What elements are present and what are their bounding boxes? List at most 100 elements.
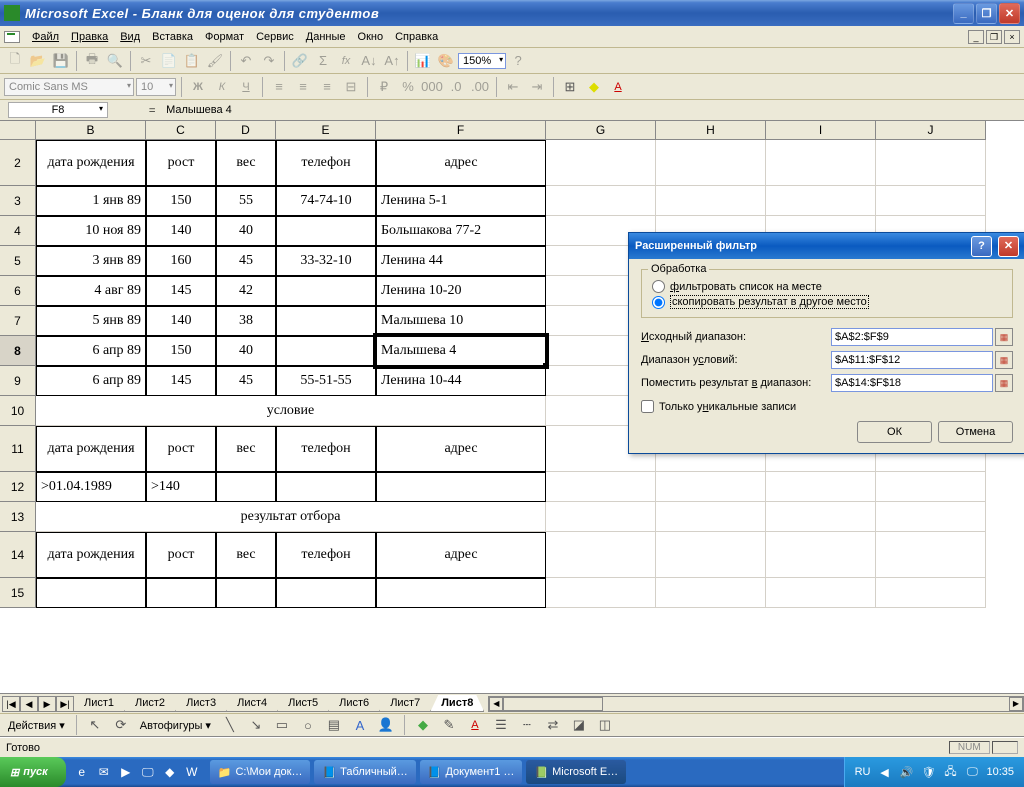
ok-button[interactable]: ОК — [857, 421, 932, 443]
cell[interactable]: Ленина 10-20 — [376, 276, 546, 306]
new-button[interactable]: 🗋 — [4, 50, 26, 72]
percent-button[interactable]: % — [397, 76, 419, 98]
sheet-tab[interactable]: Лист3 — [175, 695, 227, 712]
italic-button[interactable]: К — [211, 76, 233, 98]
col-head-J[interactable]: J — [876, 121, 986, 140]
row-head-9[interactable]: 9 — [0, 366, 36, 396]
tray-display-icon[interactable]: 🖵 — [964, 764, 980, 780]
line-color-button[interactable]: ✎ — [438, 714, 460, 736]
scroll-thumb[interactable] — [503, 697, 603, 711]
sort-desc-button[interactable]: A↑ — [381, 50, 403, 72]
underline-button[interactable]: Ч — [235, 76, 257, 98]
menu-tools[interactable]: Сервис — [250, 29, 300, 45]
tray-icon[interactable]: ◀ — [876, 764, 892, 780]
cell[interactable]: 45 — [216, 366, 276, 396]
cell[interactable]: Большакова 77-2 — [376, 216, 546, 246]
sum-button[interactable]: Σ — [312, 50, 334, 72]
tab-next-button[interactable]: ▶ — [38, 696, 56, 712]
row-head-12[interactable]: 12 — [0, 472, 36, 502]
cell-bg[interactable] — [766, 532, 876, 578]
help-button[interactable]: ? — [507, 50, 529, 72]
tab-last-button[interactable]: ▶| — [56, 696, 74, 712]
align-right-button[interactable]: ≡ — [316, 76, 338, 98]
cell-bg[interactable] — [656, 502, 766, 532]
cell[interactable]: 42 — [216, 276, 276, 306]
row-head-10[interactable]: 10 — [0, 396, 36, 426]
menu-edit[interactable]: Правка — [65, 29, 114, 45]
cell[interactable]: вес — [216, 426, 276, 472]
menu-format[interactable]: Формат — [199, 29, 250, 45]
cell[interactable] — [276, 216, 376, 246]
ql-desktop-icon[interactable]: 🖵 — [138, 762, 158, 782]
tab-first-button[interactable]: |◀ — [2, 696, 20, 712]
merge-button[interactable]: ⊟ — [340, 76, 362, 98]
cell[interactable] — [276, 472, 376, 502]
line-button[interactable]: ╲ — [219, 714, 241, 736]
cell[interactable] — [36, 578, 146, 608]
row-head-5[interactable]: 5 — [0, 246, 36, 276]
font-name-combo[interactable]: Comic Sans MS — [4, 78, 134, 96]
row-head-14[interactable]: 14 — [0, 532, 36, 578]
cell[interactable]: Малышева 10 — [376, 306, 546, 336]
zoom-combo[interactable]: 150% — [458, 53, 506, 69]
cell[interactable]: 45 — [216, 246, 276, 276]
dash-style-button[interactable]: ┄ — [516, 714, 538, 736]
cell[interactable] — [276, 578, 376, 608]
fill-button[interactable]: ◆ — [412, 714, 434, 736]
cell[interactable]: 40 — [216, 216, 276, 246]
cell-bg[interactable] — [656, 472, 766, 502]
cell-bg[interactable] — [656, 186, 766, 216]
sheet-tab[interactable]: Лист5 — [277, 695, 329, 712]
cell-bg[interactable] — [546, 140, 656, 186]
taskbar-button[interactable]: 📁С:\Мои док… — [210, 760, 311, 784]
comma-button[interactable]: 000 — [421, 76, 443, 98]
fx-button[interactable]: fx — [335, 50, 357, 72]
restore-button[interactable]: ❐ — [976, 3, 997, 24]
copyto-range-input[interactable] — [831, 374, 993, 392]
formula-value[interactable]: Малышева 4 — [166, 104, 232, 116]
3d-button[interactable]: ◫ — [594, 714, 616, 736]
cell[interactable] — [376, 578, 546, 608]
cell[interactable]: дата рождения — [36, 140, 146, 186]
cell[interactable]: 55-51-55 — [276, 366, 376, 396]
cell[interactable]: 5 янв 89 — [36, 306, 146, 336]
dialog-titlebar[interactable]: Расширенный фильтр ? ✕ — [629, 233, 1024, 259]
scroll-right-button[interactable]: ▶ — [1009, 697, 1023, 711]
ql-mail-icon[interactable]: ✉ — [94, 762, 114, 782]
cell[interactable]: 140 — [146, 306, 216, 336]
cell[interactable]: телефон — [276, 140, 376, 186]
cell-bg[interactable] — [656, 578, 766, 608]
sort-asc-button[interactable]: A↓ — [358, 50, 380, 72]
font-size-combo[interactable]: 10 — [136, 78, 176, 96]
cell-bg[interactable] — [876, 140, 986, 186]
rectangle-button[interactable]: ▭ — [271, 714, 293, 736]
tray-shield-icon[interactable]: 🛡 — [920, 764, 936, 780]
cell[interactable]: 40 — [216, 336, 276, 366]
cell[interactable]: Ленина 10-44 — [376, 366, 546, 396]
cell[interactable]: 150 — [146, 336, 216, 366]
menu-help[interactable]: Справка — [389, 29, 444, 45]
close-button[interactable]: ✕ — [999, 3, 1020, 24]
ql-ie-icon[interactable]: e — [72, 762, 92, 782]
row-head-11[interactable]: 11 — [0, 426, 36, 472]
sheet-tab[interactable]: Лист6 — [328, 695, 380, 712]
cell-bg[interactable] — [546, 472, 656, 502]
cell[interactable]: 160 — [146, 246, 216, 276]
name-box[interactable]: F8 — [8, 102, 108, 118]
cell[interactable] — [146, 578, 216, 608]
cell[interactable]: вес — [216, 140, 276, 186]
scroll-left-button[interactable]: ◀ — [489, 697, 503, 711]
drawing-button[interactable]: 🎨 — [435, 50, 457, 72]
cell[interactable] — [276, 336, 376, 366]
font-color-draw-button[interactable]: A — [464, 714, 486, 736]
cell-bg[interactable] — [766, 578, 876, 608]
cancel-button[interactable]: Отмена — [938, 421, 1013, 443]
arrow-style-button[interactable]: ⇄ — [542, 714, 564, 736]
horizontal-scrollbar[interactable]: ◀ ▶ — [488, 696, 1024, 712]
shadow-button[interactable]: ◪ — [568, 714, 590, 736]
cell[interactable]: адрес — [376, 532, 546, 578]
sheet-tab[interactable]: Лист8 — [430, 695, 484, 712]
cell[interactable]: 55 — [216, 186, 276, 216]
copy-button[interactable]: 📄 — [158, 50, 180, 72]
start-button[interactable]: ⊞пуск — [0, 757, 66, 787]
